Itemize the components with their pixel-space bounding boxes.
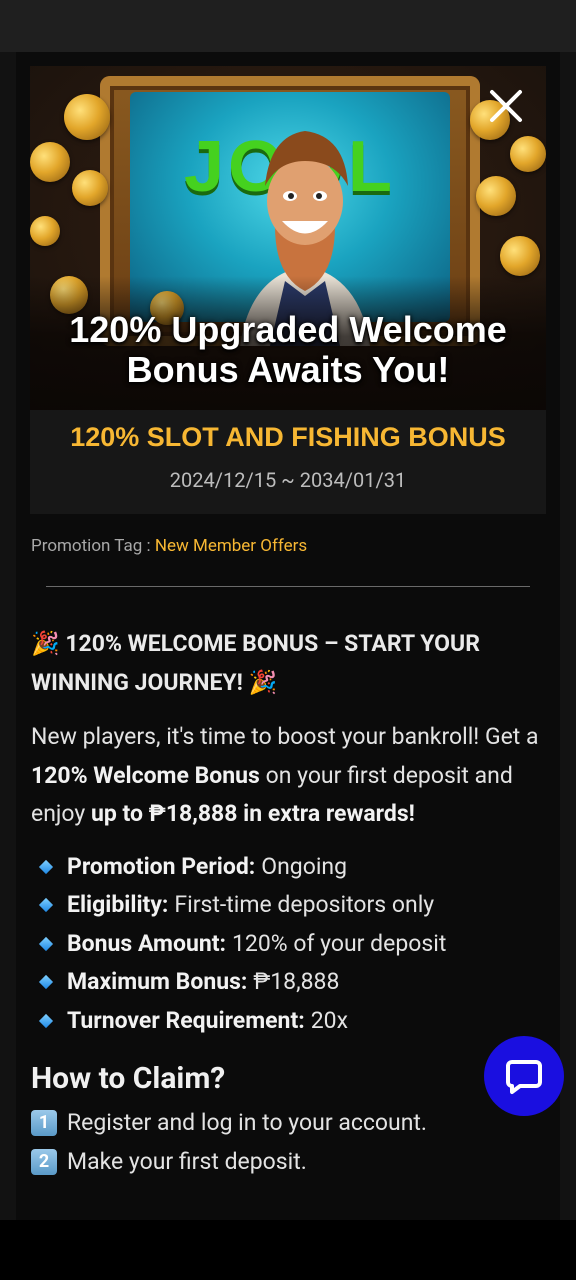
detail-label: Maximum Bonus: [67, 968, 248, 995]
list-item: Eligibility: First-time depositors only [31, 886, 545, 925]
detail-value: 20x [310, 1006, 348, 1034]
gold-coin [64, 94, 110, 140]
how-to-claim-heading: How to Claim? [31, 1061, 226, 1096]
promo-headline: 🎉 120% WELCOME BONUS – START YOUR WINNIN… [31, 624, 545, 702]
banner-caption-line2: Bonus Awaits You! [126, 349, 450, 390]
gold-coin [30, 142, 70, 182]
small-blue-diamond-icon [38, 898, 54, 913]
intro-text-1: New players, it's time to boost your ban… [31, 723, 539, 750]
detail-label: Turnover Requirement: [67, 1006, 305, 1034]
party-popper-icon: 🎉 [31, 630, 60, 657]
small-blue-diamond-icon [38, 1013, 54, 1028]
detail-value: Ongoing [261, 852, 348, 880]
detail-label: Eligibility: [67, 891, 169, 918]
claim-step-text: Register and log in to your account. [67, 1109, 427, 1136]
banner-caption-line1: 120% Upgraded Welcome [69, 309, 507, 350]
gold-coin [72, 170, 108, 206]
top-bar [0, 0, 576, 52]
intro-bold-1: 120% Welcome Bonus [31, 761, 260, 789]
gold-coin [30, 216, 60, 246]
list-item: Bonus Amount: 120% of your deposit [31, 925, 545, 964]
banner-caption: 120% Upgraded Welcome Bonus Awaits You! [30, 310, 546, 390]
promo-banner-image: JOOL 120% Upgraded Welcome Bonus Aw [30, 66, 546, 410]
close-button[interactable] [486, 86, 526, 126]
detail-value: ₱18,888 [253, 968, 340, 995]
list-item: Turnover Requirement: 20x [31, 1002, 545, 1041]
keycap-number-icon: 1 [31, 1110, 57, 1137]
promotion-tag-label: Promotion Tag : [31, 536, 155, 556]
intro-bold-2: up to ₱18,888 in extra rewards! [90, 800, 415, 827]
claim-step: 2 Make your first deposit. [31, 1143, 545, 1182]
divider [46, 586, 530, 587]
chat-bubble-icon [506, 1060, 542, 1094]
detail-value: First-time depositors only [174, 891, 435, 918]
detail-label: Bonus Amount: [67, 929, 226, 957]
promotion-tag-value[interactable]: New Member Offers [155, 536, 307, 556]
list-item: Maximum Bonus: ₱18,888 [31, 963, 545, 1002]
promo-title: 120% SLOT AND FISHING BONUS [70, 422, 506, 452]
gold-coin [510, 136, 546, 172]
list-item: Promotion Period: Ongoing [31, 848, 545, 887]
small-blue-diamond-icon [38, 975, 54, 990]
promo-details-list: Promotion Period: Ongoing Eligibility: Fir… [31, 848, 545, 1041]
close-icon [490, 90, 522, 122]
promo-description: 🎉 120% WELCOME BONUS – START YOUR WINNIN… [31, 624, 545, 1181]
detail-value: 120% of your deposit [232, 929, 447, 957]
live-chat-button[interactable] [484, 1036, 564, 1116]
keycap-number-icon: 2 [31, 1148, 57, 1175]
gold-coin [500, 236, 540, 276]
promotion-tag-row: Promotion Tag : New Member Offers [31, 536, 307, 556]
promo-title-block: 120% SLOT AND FISHING BONUS 2024/12/15 ~… [30, 410, 546, 514]
small-blue-diamond-icon [38, 859, 54, 874]
gold-coin [476, 176, 516, 216]
promotion-modal: JOOL 120% Upgraded Welcome Bonus Aw [16, 52, 560, 1220]
claim-step: 1 Register and log in to your account. [31, 1104, 545, 1143]
promo-intro-paragraph: New players, it's time to boost your ban… [31, 718, 545, 834]
bottom-bar [0, 1220, 576, 1280]
party-popper-icon: 🎉 [248, 669, 278, 696]
promo-date-range: 2024/12/15 ~ 2034/01/31 [169, 468, 407, 492]
claim-step-text: Make your first deposit. [67, 1147, 307, 1175]
small-blue-diamond-icon [38, 936, 54, 951]
detail-label: Promotion Period: [67, 852, 256, 880]
